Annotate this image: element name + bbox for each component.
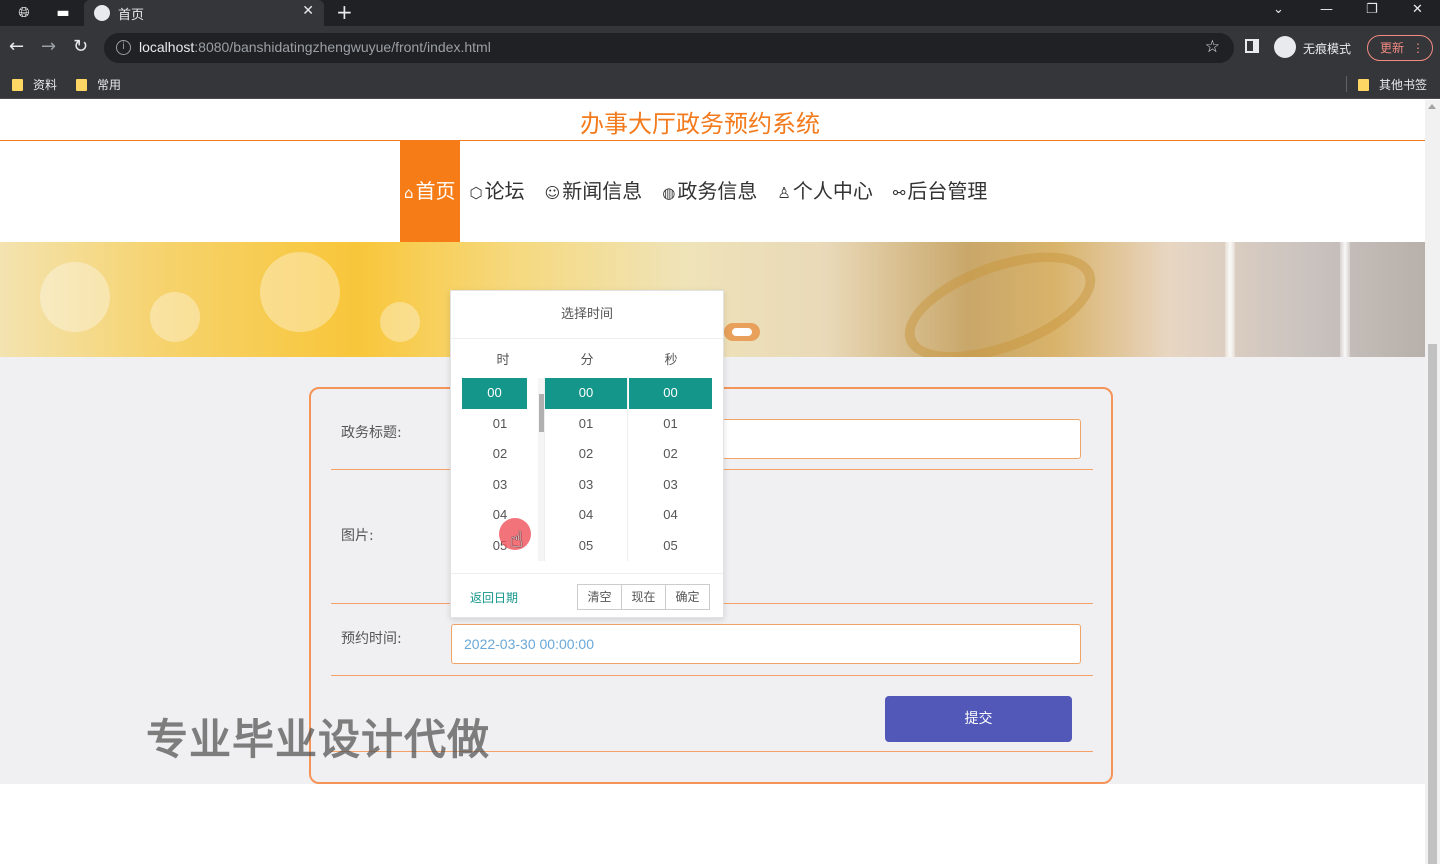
nav-news[interactable]: ☺ 新闻信息 bbox=[535, 141, 653, 242]
now-button[interactable]: 现在 bbox=[621, 584, 666, 610]
second-option[interactable]: 01 bbox=[629, 409, 712, 440]
minute-option[interactable]: 01 bbox=[545, 409, 627, 440]
nav-forum[interactable]: ⬡ 论坛 bbox=[460, 141, 535, 242]
bookmark-divider bbox=[1346, 76, 1347, 92]
second-option[interactable]: 04 bbox=[629, 500, 712, 531]
form-divider bbox=[331, 675, 1093, 676]
picker-footer: 返回日期 清空 现在 确定 bbox=[451, 573, 723, 619]
hour-header: 时 bbox=[496, 353, 510, 368]
close-window-icon[interactable]: ✕ bbox=[1412, 2, 1423, 17]
time-label: 预约时间: bbox=[341, 631, 402, 647]
second-option[interactable]: 00 bbox=[629, 378, 712, 409]
appointment-time-input[interactable]: 2022-03-30 00:00:00 bbox=[451, 624, 1081, 664]
title-label: 政务标题: bbox=[341, 425, 402, 441]
tab-list-icon[interactable]: ⌄ bbox=[1273, 2, 1284, 17]
back-to-date-link[interactable]: 返回日期 bbox=[470, 589, 518, 606]
second-option[interactable]: 05 bbox=[629, 531, 712, 562]
tab-close-icon[interactable]: ✕ bbox=[302, 3, 314, 19]
nav-label: 论坛 bbox=[484, 179, 525, 203]
update-button[interactable]: 更新 ⋮ bbox=[1367, 35, 1433, 61]
incognito-label: 无痕模式 bbox=[1303, 42, 1352, 56]
time-picker: 选择时间 时 分 秒 00 01 02 03 04 05 00 01 02 03… bbox=[450, 290, 724, 618]
forward-icon[interactable]: → bbox=[41, 36, 56, 58]
site-title: 办事大厅政务预约系统 bbox=[580, 110, 820, 138]
confirm-button[interactable]: 确定 bbox=[665, 584, 710, 610]
bookmark-folder[interactable]: 资料 bbox=[12, 76, 57, 93]
tab-title: 首页 bbox=[118, 7, 145, 22]
bookmark-label: 资料 bbox=[33, 78, 58, 92]
folder-icon bbox=[76, 79, 87, 91]
nav-label: 个人中心 bbox=[792, 179, 873, 203]
palette-icon: ☺ bbox=[544, 184, 561, 202]
hour-scrollbar[interactable] bbox=[538, 378, 544, 561]
minute-option[interactable]: 05 bbox=[545, 531, 627, 562]
bookmark-star-icon[interactable]: ☆ bbox=[1205, 37, 1220, 57]
hour-option[interactable]: 03 bbox=[462, 470, 538, 501]
hand-cursor-icon: ☝︎ bbox=[510, 528, 524, 553]
address-bar[interactable]: i localhost:8080/banshidatingzhengwuyue/… bbox=[104, 33, 1234, 63]
second-column[interactable]: 00 01 02 03 04 05 bbox=[629, 378, 712, 561]
nav-label: 首页 bbox=[415, 179, 456, 203]
nav-label: 后台管理 bbox=[907, 179, 988, 203]
submit-button[interactable]: 提交 bbox=[885, 696, 1072, 742]
url-host: localhost bbox=[139, 39, 195, 55]
favicon-icon bbox=[94, 5, 110, 21]
second-option[interactable]: 03 bbox=[629, 470, 712, 501]
nav-label: 新闻信息 bbox=[562, 179, 643, 203]
nav-label: 政务信息 bbox=[677, 179, 758, 203]
main-nav: ⌂ 首页 ⬡ 论坛 ☺ 新闻信息 ◍ 政务信息 ♙ 个人中心 ⚯ 后台管理 bbox=[400, 141, 997, 242]
nav-personal-center[interactable]: ♙ 个人中心 bbox=[767, 141, 882, 242]
nav-admin[interactable]: ⚯ 后台管理 bbox=[883, 141, 998, 242]
nav-government[interactable]: ◍ 政务信息 bbox=[652, 141, 767, 242]
minute-header: 分 bbox=[580, 353, 594, 368]
minute-option[interactable]: 00 bbox=[545, 378, 627, 409]
browser-tab-bar: 🌐︎ ▬ 首页 ✕ + ⌄ — ❐ ✕ bbox=[0, 0, 1440, 26]
restore-icon[interactable]: ❐ bbox=[1366, 2, 1378, 17]
browser-toolbar: ← → ↻ i localhost:8080/banshidatingzheng… bbox=[0, 26, 1440, 70]
hour-option[interactable]: 01 bbox=[462, 409, 538, 440]
bookmarks-bar: 资料 常用 其他书签 bbox=[0, 70, 1440, 99]
second-header: 秒 bbox=[664, 353, 678, 368]
page-scroll-thumb[interactable] bbox=[1428, 344, 1437, 864]
minimize-icon[interactable]: — bbox=[1320, 2, 1333, 17]
link-icon: ⚯ bbox=[892, 184, 906, 202]
folder-icon bbox=[12, 79, 23, 91]
watermark-text: 专业毕业设计代做 bbox=[146, 715, 491, 764]
second-option[interactable]: 02 bbox=[629, 439, 712, 470]
page-viewport: 办事大厅政务预约系统 ⌂ 首页 ⬡ 论坛 ☺ 新闻信息 ◍ 政务信息 ♙ 个人中心 ⚯ 后台… bbox=[0, 100, 1425, 864]
minute-column[interactable]: 00 01 02 03 04 05 bbox=[545, 378, 628, 561]
hour-option[interactable]: 02 bbox=[462, 439, 538, 470]
bookmark-folder[interactable]: 常用 bbox=[76, 76, 121, 93]
tab-search-icon[interactable]: ▬ bbox=[53, 3, 73, 23]
minute-option[interactable]: 02 bbox=[545, 439, 627, 470]
clear-button[interactable]: 清空 bbox=[577, 584, 622, 610]
new-tab-icon[interactable]: + bbox=[336, 1, 353, 23]
image-label: 图片: bbox=[341, 528, 374, 544]
folder-icon bbox=[1358, 79, 1369, 91]
hour-option[interactable]: 00 bbox=[462, 378, 527, 409]
user-icon: ♙ bbox=[777, 184, 791, 202]
page-scrollbar[interactable] bbox=[1425, 100, 1440, 864]
bookmark-label: 常用 bbox=[97, 78, 122, 92]
carousel-indicator[interactable] bbox=[724, 323, 760, 341]
minute-option[interactable]: 03 bbox=[545, 470, 627, 501]
minute-option[interactable]: 04 bbox=[545, 500, 627, 531]
side-panel-icon[interactable] bbox=[1245, 39, 1259, 53]
home-icon: ⌂ bbox=[404, 184, 414, 202]
info-icon[interactable]: i bbox=[116, 40, 131, 55]
other-bookmarks-label: 其他书签 bbox=[1379, 78, 1428, 92]
globe-icon[interactable]: 🌐︎ bbox=[14, 3, 34, 23]
url-path: :8080/banshidatingzhengwuyue/front/index… bbox=[194, 39, 491, 55]
picker-title: 选择时间 bbox=[451, 291, 723, 339]
cube-icon: ⬡ bbox=[469, 184, 483, 202]
incognito-icon[interactable] bbox=[1274, 36, 1296, 58]
update-label: 更新 bbox=[1380, 41, 1405, 55]
globe-icon: ◍ bbox=[662, 184, 676, 202]
scroll-up-icon[interactable] bbox=[1428, 104, 1436, 109]
back-icon[interactable]: ← bbox=[9, 36, 24, 58]
browser-tab-active[interactable]: 首页 ✕ bbox=[84, 0, 324, 26]
other-bookmarks[interactable]: 其他书签 bbox=[1358, 76, 1427, 93]
reload-icon[interactable]: ↻ bbox=[73, 36, 88, 58]
nav-home[interactable]: ⌂ 首页 bbox=[400, 141, 460, 242]
